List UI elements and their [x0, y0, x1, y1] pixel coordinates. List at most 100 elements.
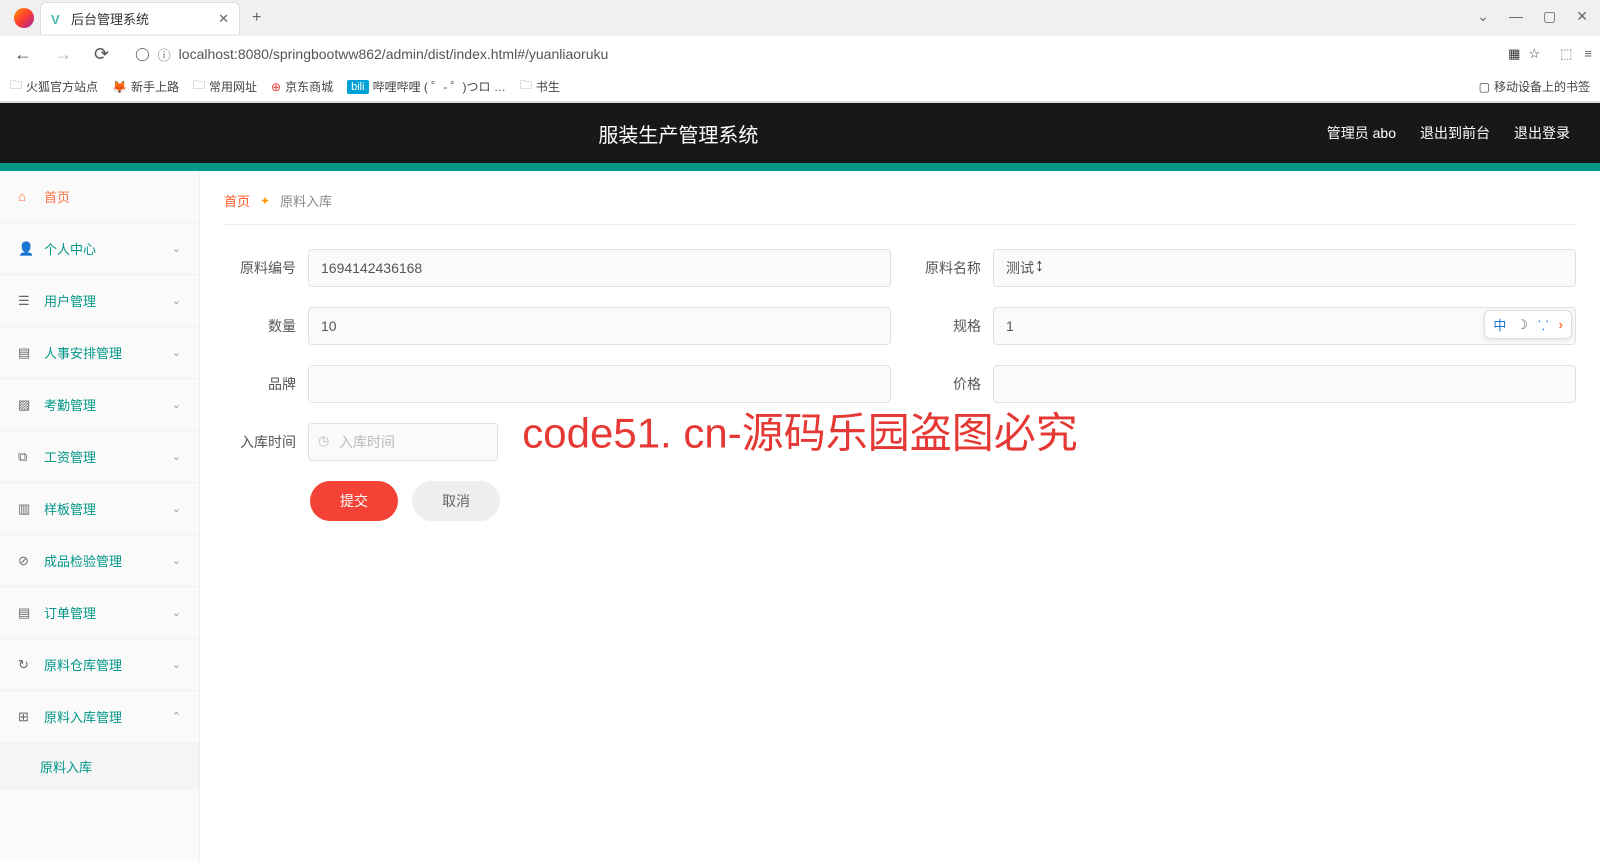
chevron-down-icon: ⌄: [172, 398, 181, 411]
admin-label[interactable]: 管理员 abo: [1327, 123, 1396, 143]
bookmark-bilibili[interactable]: bili哔哩哔哩 ( ゜- ゜)つロ …: [347, 78, 506, 95]
template-icon: ▥: [18, 501, 34, 517]
breadcrumb: 首页 ✦ 原料入库: [224, 191, 1576, 225]
ime-expand-icon[interactable]: ›: [1559, 317, 1563, 332]
submit-button[interactable]: 提交: [310, 481, 398, 521]
teal-divider: [0, 163, 1600, 171]
field-material-name: 原料名称: [909, 249, 1576, 287]
brand-input[interactable]: [308, 365, 891, 403]
bookmark-firefox[interactable]: 🗀火狐官方站点: [10, 76, 98, 97]
chevron-down-icon: ⌄: [172, 242, 181, 255]
browser-tab[interactable]: V 后台管理系统 ✕: [40, 2, 240, 34]
chevron-down-icon: ⌄: [172, 658, 181, 671]
field-qty: 数量: [224, 307, 891, 345]
dropdown-icon[interactable]: ⌄: [1477, 8, 1489, 25]
form-actions: 提交 取消: [310, 481, 1576, 521]
date-input-wrapper: ◷: [308, 423, 498, 461]
intime-input[interactable]: [308, 423, 498, 461]
main-layout: ⌂首页 👤个人中心⌄ ☰用户管理⌄ ▤人事安排管理⌄ ▨考勤管理⌄ ⧉工资管理⌄…: [0, 171, 1600, 861]
material-name-input[interactable]: [993, 249, 1576, 287]
logout-button[interactable]: 退出登录: [1514, 123, 1570, 143]
sidebar-item-material-in[interactable]: ⊞原料入库管理⌃: [0, 691, 199, 743]
field-brand: 品牌: [224, 365, 891, 403]
sidebar-item-salary[interactable]: ⧉工资管理⌄: [0, 431, 199, 483]
spec-label: 规格: [909, 316, 981, 336]
shield-icon[interactable]: ◯: [135, 46, 150, 62]
price-input[interactable]: [993, 365, 1576, 403]
list-icon: ▤: [18, 605, 34, 621]
folder-icon: 🗀: [520, 76, 532, 97]
ime-moon-icon[interactable]: ☽: [1516, 317, 1528, 333]
clock-icon: ◷: [318, 433, 329, 449]
url-field[interactable]: ◯ ⓘ localhost:8080/springbootww862/admin…: [125, 41, 1550, 68]
qr-icon[interactable]: ▦: [1508, 46, 1520, 62]
sidebar-item-home[interactable]: ⌂首页: [0, 171, 199, 223]
back-button[interactable]: ←: [8, 40, 38, 69]
chevron-down-icon: ⌄: [172, 554, 181, 567]
sidebar-item-user-mgmt[interactable]: ☰用户管理⌄: [0, 275, 199, 327]
firefox-logo-icon[interactable]: [14, 8, 34, 28]
sidebar-item-template[interactable]: ▥样板管理⌄: [0, 483, 199, 535]
sidebar-item-personal[interactable]: 👤个人中心⌄: [0, 223, 199, 275]
user-icon: 👤: [18, 241, 34, 257]
close-window-icon[interactable]: ✕: [1576, 8, 1588, 25]
sidebar-item-order[interactable]: ▤订单管理⌄: [0, 587, 199, 639]
chevron-down-icon: ⌄: [172, 450, 181, 463]
bookmarks-bar: 🗀火狐官方站点 🦊新手上路 🗀常用网址 ⊕京东商城 bili哔哩哔哩 ( ゜- …: [0, 72, 1600, 102]
bookmark-newbie[interactable]: 🦊新手上路: [112, 78, 179, 95]
breadcrumb-separator-icon: ✦: [260, 194, 270, 208]
tab-title: 后台管理系统: [71, 9, 149, 28]
brand-label: 品牌: [224, 374, 296, 394]
ime-toolbar[interactable]: 中 ☽ ⸪ ›: [1484, 310, 1572, 339]
address-bar: ← → ⟳ ◯ ⓘ localhost:8080/springbootww862…: [0, 36, 1600, 72]
field-spec: 规格: [909, 307, 1576, 345]
addr-right-icons: ⬚ ≡: [1560, 46, 1592, 62]
breadcrumb-home[interactable]: 首页: [224, 191, 250, 210]
exit-front-button[interactable]: 退出到前台: [1420, 123, 1490, 143]
sidebar: ⌂首页 👤个人中心⌄ ☰用户管理⌄ ▤人事安排管理⌄ ▨考勤管理⌄ ⧉工资管理⌄…: [0, 171, 200, 861]
field-material-id: 原料编号: [224, 249, 891, 287]
mobile-icon: ▢: [1479, 80, 1490, 94]
field-intime: 入库时间 ◷: [224, 423, 498, 461]
bookmark-common[interactable]: 🗀常用网址: [193, 76, 257, 97]
box-icon: ⊞: [18, 709, 34, 725]
folder-icon: 🗀: [193, 76, 205, 97]
maximize-icon[interactable]: ▢: [1543, 8, 1556, 25]
field-price: 价格: [909, 365, 1576, 403]
chevron-down-icon: ⌄: [172, 606, 181, 619]
extensions-icon[interactable]: ⬚: [1560, 46, 1572, 62]
clipboard-icon: ▤: [18, 345, 34, 361]
sidebar-item-product-check[interactable]: ⊘成品检验管理⌄: [0, 535, 199, 587]
app-header: 服装生产管理系统 管理员 abo 退出到前台 退出登录: [0, 103, 1600, 163]
bookmark-jd[interactable]: ⊕京东商城: [271, 78, 333, 95]
sidebar-item-material-warehouse[interactable]: ↻原料仓库管理⌄: [0, 639, 199, 691]
bookmark-shusheng[interactable]: 🗀书生: [520, 76, 560, 97]
form-row-4: 入库时间 ◷: [224, 423, 1576, 461]
window-controls: ⌄ — ▢ ✕: [1477, 8, 1588, 25]
minimize-icon[interactable]: —: [1509, 8, 1523, 25]
material-id-input[interactable]: [308, 249, 891, 287]
sidebar-item-hr[interactable]: ▤人事安排管理⌄: [0, 327, 199, 379]
lock-icon[interactable]: ⓘ: [158, 45, 171, 64]
star-icon[interactable]: ☆: [1528, 46, 1540, 62]
new-tab-button[interactable]: +: [240, 3, 273, 33]
menu-icon[interactable]: ≡: [1584, 46, 1592, 62]
tab-bar: V 后台管理系统 ✕ +: [0, 0, 1600, 36]
browser-chrome: ⌄ — ▢ ✕ V 后台管理系统 ✕ + ← → ⟳ ◯ ⓘ localhost…: [0, 0, 1600, 103]
sidebar-item-attendance[interactable]: ▨考勤管理⌄: [0, 379, 199, 431]
ime-punct-icon[interactable]: ⸪: [1538, 316, 1549, 334]
tab-close-icon[interactable]: ✕: [218, 11, 229, 27]
chevron-up-icon: ⌃: [172, 710, 181, 723]
material-name-label: 原料名称: [909, 258, 981, 278]
chevron-down-icon: ⌄: [172, 294, 181, 307]
forward-button[interactable]: →: [48, 40, 78, 69]
reload-button[interactable]: ⟳: [88, 40, 115, 69]
bookmark-mobile[interactable]: ▢移动设备上的书签: [1479, 78, 1590, 95]
sidebar-submenu-material-in[interactable]: 原料入库: [0, 743, 199, 790]
qty-label: 数量: [224, 316, 296, 336]
qty-input[interactable]: [308, 307, 891, 345]
home-icon: ⌂: [18, 189, 34, 204]
ime-zhong[interactable]: 中: [1493, 315, 1506, 334]
form-row-3: 品牌 价格: [224, 365, 1576, 403]
cancel-button[interactable]: 取消: [412, 481, 500, 521]
